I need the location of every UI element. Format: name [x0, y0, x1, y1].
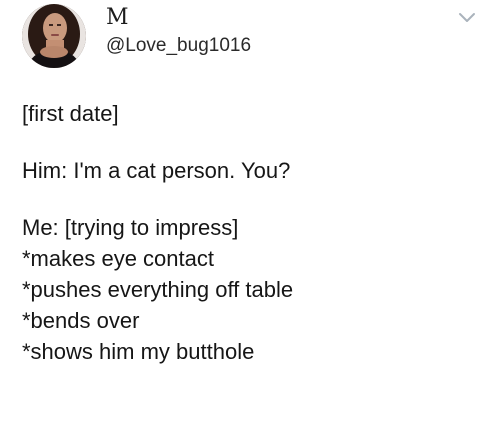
tweet-line: [first date] [22, 101, 119, 126]
avatar[interactable] [22, 4, 86, 68]
tweet-body: [first date] Him: I'm a cat person. You?… [22, 98, 492, 367]
tweet-card: M @Love_bug1016 [first date] Him: I'm a … [0, 0, 500, 429]
display-name[interactable]: M [106, 4, 129, 32]
avatar-photo-icon [22, 4, 86, 68]
tweet-line: *shows him my butthole [22, 339, 255, 364]
tweet-line: *makes eye contact [22, 246, 214, 271]
tweet-line: Me: [trying to impress] [22, 215, 239, 240]
tweet-line: *bends over [22, 308, 140, 333]
chevron-down-icon[interactable] [456, 10, 478, 26]
tweet-line: *pushes everything off table [22, 277, 294, 302]
user-handle[interactable]: @Love_bug1016 [106, 34, 251, 58]
tweet-line: Him: I'm a cat person. You? [22, 158, 291, 183]
